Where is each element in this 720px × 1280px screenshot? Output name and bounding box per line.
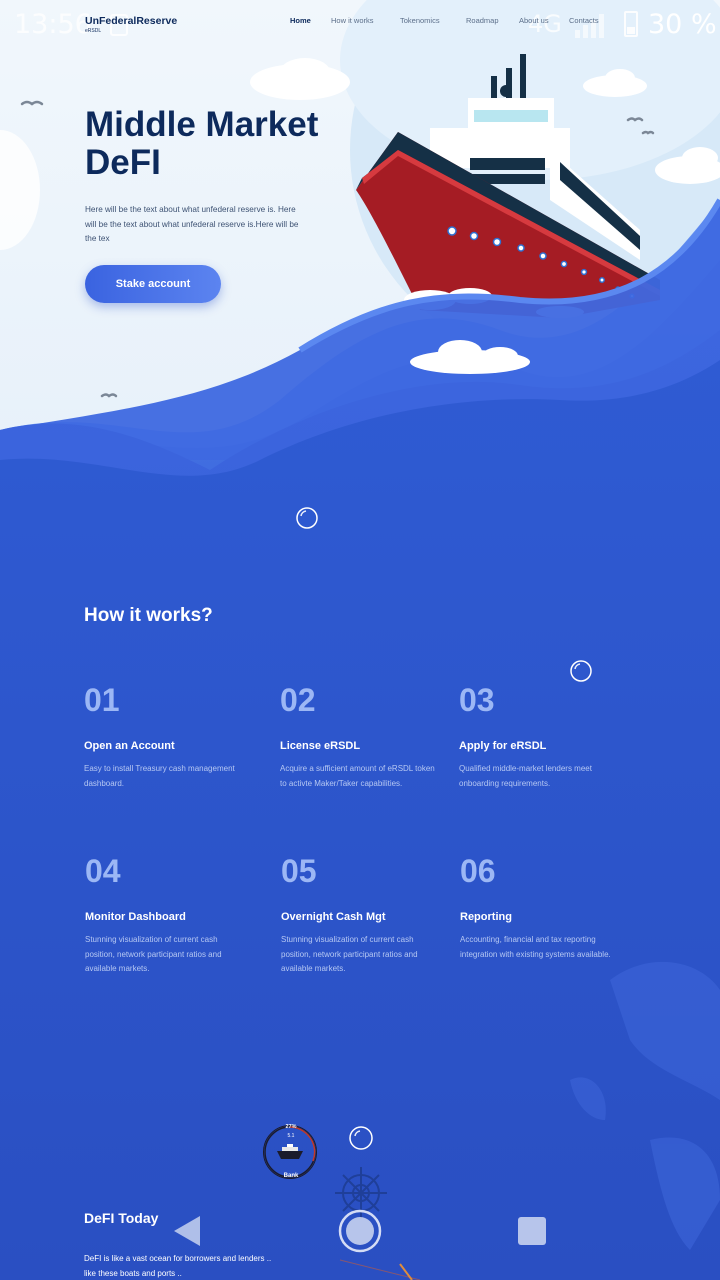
site-logo[interactable]: UnFederalReserve	[85, 15, 177, 27]
battery-icon	[624, 11, 638, 37]
step-description: Qualified middle-market lenders meet onb…	[459, 764, 592, 788]
battery-percent: 30 %	[648, 9, 717, 40]
step-card: 03 Apply for eRSDL Qualified middle-mark…	[459, 682, 624, 791]
stake-account-button[interactable]: Stake account	[85, 265, 221, 303]
back-icon[interactable]	[170, 1214, 204, 1248]
step-card: 01 Open an Account Easy to install Treas…	[84, 682, 249, 791]
step-card: 02 License eRSDL Acquire a sufficient am…	[280, 682, 445, 791]
recents-icon[interactable]	[517, 1216, 547, 1246]
step-description: Stunning visualization of current cash p…	[281, 935, 418, 973]
step-number: 06	[460, 853, 496, 889]
step-number: 04	[85, 853, 121, 889]
step-description: Acquire a sufficient amount of eRSDL tok…	[280, 764, 435, 788]
step-title: Overnight Cash Mgt	[281, 911, 386, 923]
bank-value: 5.1	[287, 1133, 295, 1139]
home-icon[interactable]	[338, 1209, 382, 1253]
bank-percent: 27%	[285, 1124, 297, 1130]
nav-roadmap[interactable]: Roadmap	[466, 16, 499, 25]
hero-background	[0, 0, 720, 1280]
site-logo-sub: eRSDL	[85, 28, 102, 34]
nav-contacts[interactable]: Contacts	[569, 16, 599, 25]
step-title: Monitor Dashboard	[85, 911, 186, 923]
step-description: Accounting, financial and tax reporting …	[460, 935, 611, 959]
step-title: Apply for eRSDL	[459, 740, 547, 752]
step-title: Open an Account	[84, 740, 175, 752]
step-number: 03	[459, 682, 495, 718]
nav-about-us[interactable]: About us	[519, 16, 549, 25]
step-card: 06 Reporting Accounting, financial and t…	[460, 853, 625, 962]
hero-text: Here will be the text about what unfeder…	[85, 205, 299, 243]
bank-widget[interactable]: 27% 5.1 Bank	[263, 1124, 317, 1179]
nav-how-it-works[interactable]: How it works	[331, 16, 374, 25]
status-time: 13:56	[14, 9, 92, 40]
nav-home[interactable]: Home	[290, 16, 311, 25]
step-description: Stunning visualization of current cash p…	[85, 935, 222, 973]
hero-title: Middle Market DeFI	[85, 105, 319, 182]
bank-label: Bank	[283, 1173, 299, 1179]
step-card: 04 Monitor Dashboard Stunning visualizat…	[85, 853, 250, 977]
how-it-works-title: How it works?	[84, 605, 213, 626]
step-number: 02	[280, 682, 316, 718]
step-number: 05	[281, 853, 317, 889]
step-title: License eRSDL	[280, 740, 361, 752]
step-card: 05 Overnight Cash Mgt Stunning visualiza…	[281, 853, 446, 977]
step-title: Reporting	[460, 911, 512, 923]
nav-tokenomics[interactable]: Tokenomics	[400, 16, 440, 25]
defi-today-text: DeFI is like a vast ocean for borrowers …	[84, 1254, 272, 1278]
step-description: Easy to install Treasury cash management…	[84, 764, 235, 788]
step-number: 01	[84, 682, 120, 718]
defi-today-title: DeFI Today	[84, 1210, 159, 1226]
